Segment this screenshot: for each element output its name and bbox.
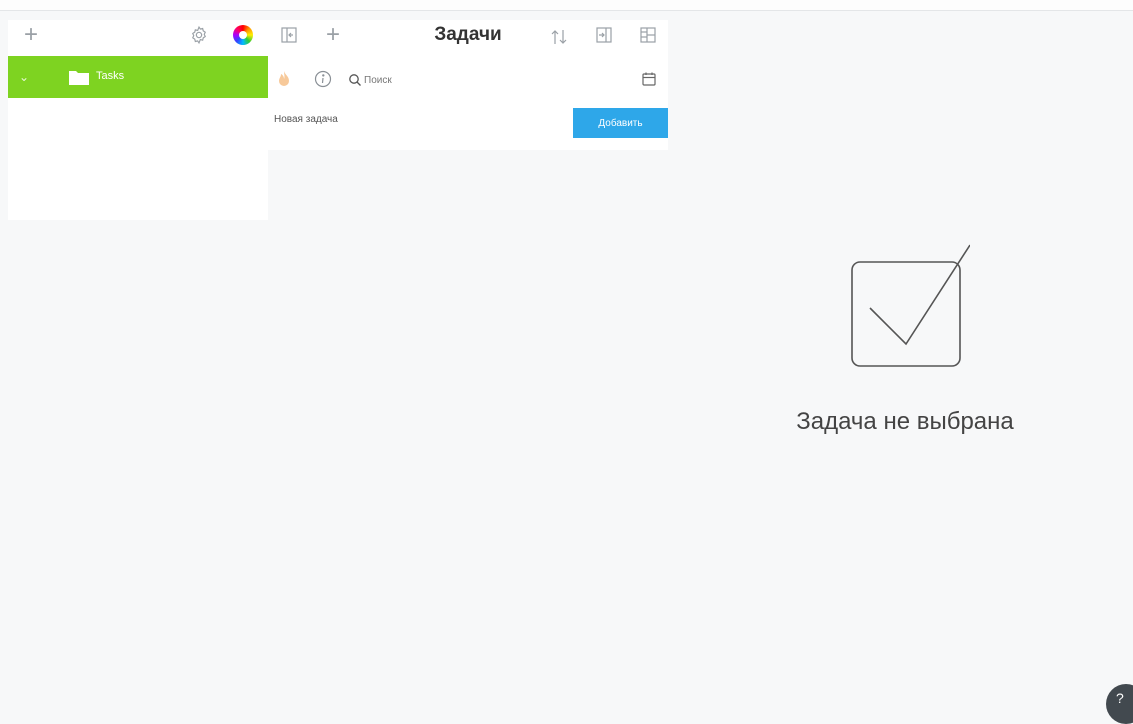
sort-icon[interactable]: [546, 24, 572, 50]
chevron-down-icon[interactable]: ⌄: [16, 69, 32, 85]
expand-panel-icon[interactable]: [276, 22, 302, 48]
new-task-row: Добавить: [268, 104, 668, 138]
checkbox-check-icon: [840, 240, 971, 370]
empty-state-message: Задача не выбрана: [796, 408, 1014, 435]
add-task-icon[interactable]: +: [320, 21, 346, 48]
filter-row: [268, 64, 668, 94]
layout-icon[interactable]: [635, 22, 661, 48]
color-wheel-swatch: [233, 25, 253, 45]
search-icon: [348, 73, 362, 87]
search-box: [348, 69, 548, 91]
help-button-label: ?: [1116, 690, 1124, 706]
calendar-icon[interactable]: [638, 68, 660, 90]
folder-icon: [68, 68, 90, 86]
info-icon[interactable]: [312, 68, 334, 90]
add-folder-icon[interactable]: +: [18, 21, 44, 48]
sidebar-toolbar: +: [8, 20, 268, 56]
search-input[interactable]: [364, 74, 524, 86]
sidebar-item-tasks[interactable]: ⌄ Tasks: [8, 56, 268, 98]
help-button[interactable]: ?: [1106, 684, 1133, 724]
window-top-border: [0, 0, 1133, 11]
add-task-button[interactable]: Добавить: [573, 108, 668, 138]
new-task-input[interactable]: [274, 114, 554, 125]
sidebar: + ⌄ Tasks: [8, 20, 268, 220]
page-title: Задачи: [434, 24, 502, 45]
gear-icon[interactable]: [186, 22, 212, 48]
sidebar-item-label: Tasks: [96, 70, 125, 82]
color-wheel-icon[interactable]: [230, 22, 256, 48]
move-into-icon[interactable]: [591, 22, 617, 48]
task-detail-empty-state: Задача не выбрана: [740, 240, 1070, 460]
task-list-panel: + Задачи Поиск Новая задача Добавить: [268, 20, 668, 150]
flame-icon[interactable]: [274, 68, 294, 90]
